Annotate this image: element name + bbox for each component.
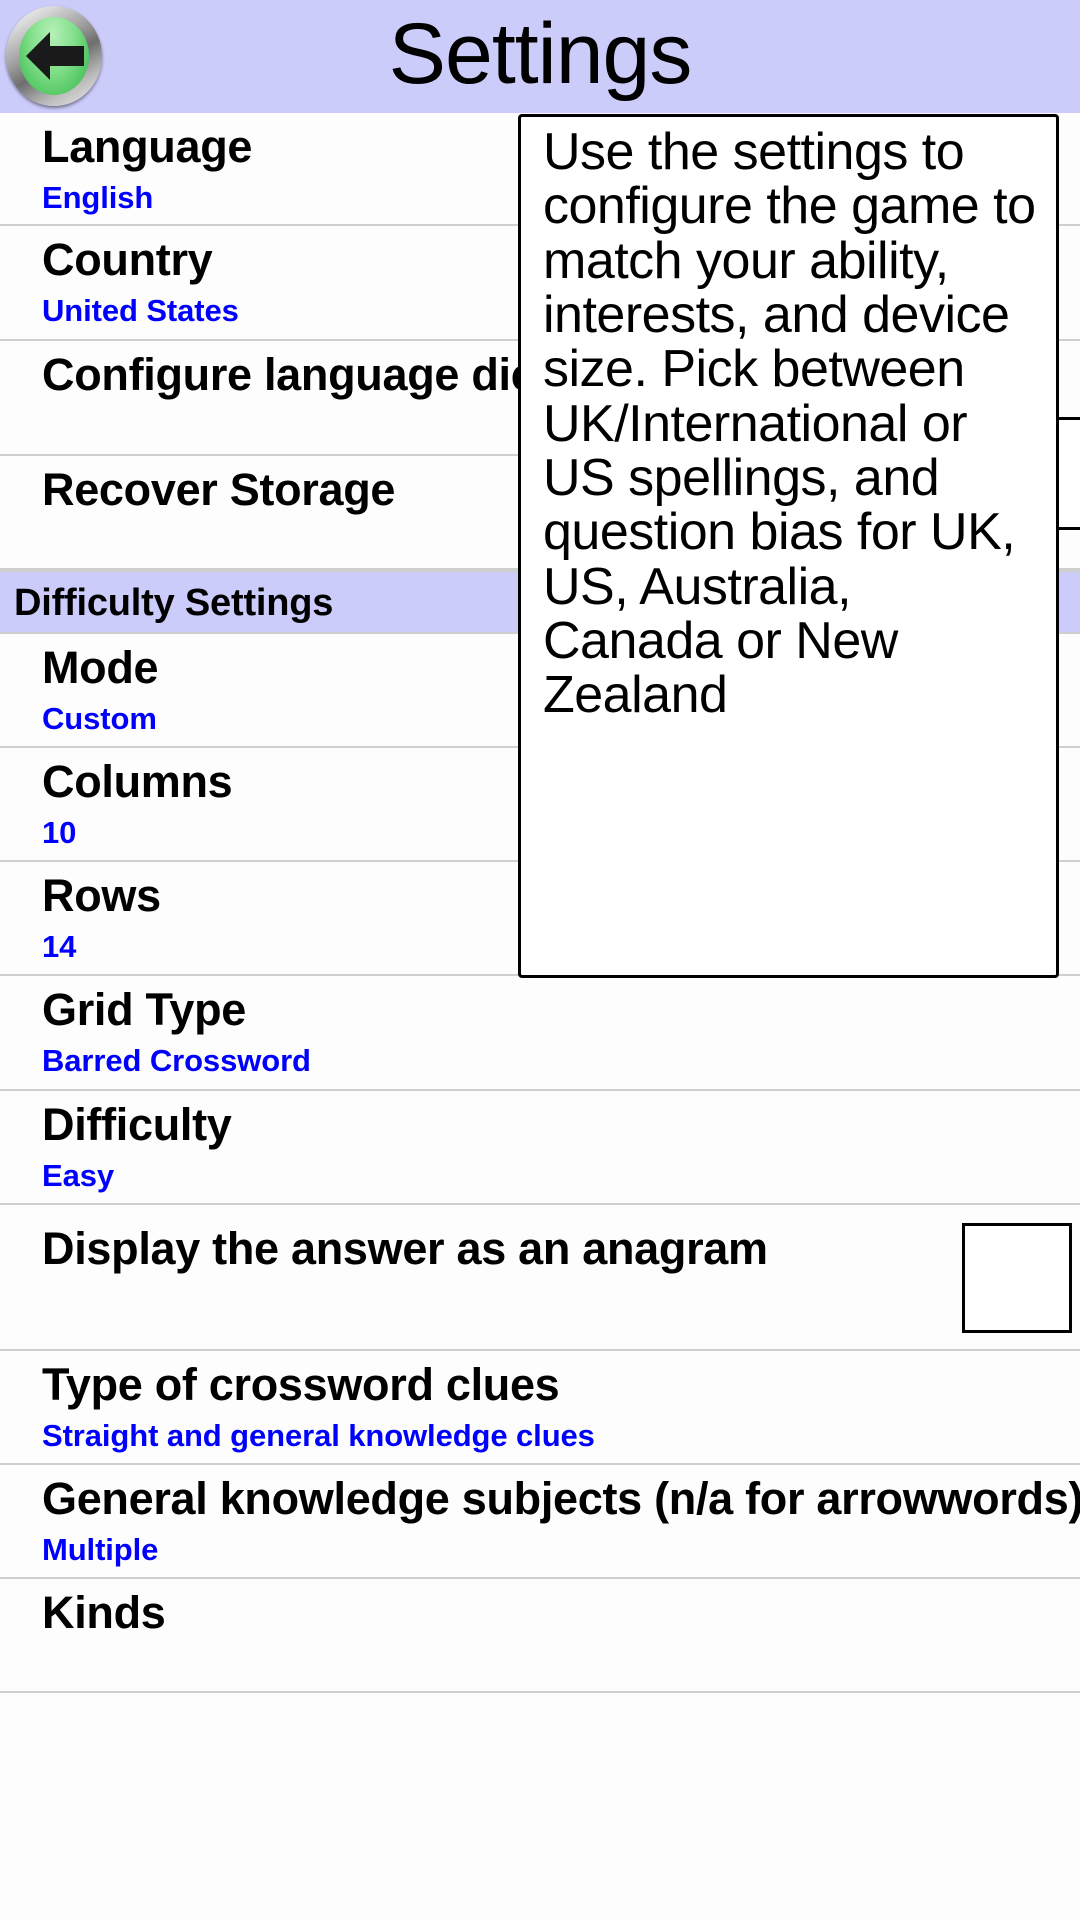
setting-row-grid-type[interactable]: Grid Type Barred Crossword	[0, 976, 1080, 1091]
setting-label: General knowledge subjects (n/a for arro…	[42, 1473, 1080, 1524]
anagram-checkbox[interactable]	[962, 1223, 1072, 1333]
setting-row-kinds[interactable]: Kinds	[0, 1579, 1080, 1693]
setting-value: Barred Crossword	[42, 1043, 311, 1079]
title-bar: Settings	[0, 0, 1080, 113]
setting-row-type-of-crossword-clues[interactable]: Type of crossword clues Straight and gen…	[0, 1351, 1080, 1465]
setting-label: Difficulty	[42, 1099, 232, 1150]
setting-value: Multiple	[42, 1532, 159, 1568]
setting-value: Easy	[42, 1158, 114, 1194]
page-title: Settings	[388, 6, 693, 102]
help-tooltip[interactable]: Use the settings to configure the game t…	[518, 114, 1059, 978]
setting-label: Display the answer as an anagram	[42, 1223, 768, 1274]
setting-label: Grid Type	[42, 984, 246, 1035]
configure-language-dictionary-checkbox[interactable]	[1056, 417, 1080, 530]
setting-row-difficulty[interactable]: Difficulty Easy	[0, 1091, 1080, 1205]
setting-value: Straight and general knowledge clues	[42, 1418, 595, 1454]
setting-row-general-knowledge-subjects[interactable]: General knowledge subjects (n/a for arro…	[0, 1465, 1080, 1579]
setting-label: Type of crossword clues	[42, 1359, 560, 1410]
setting-label: Kinds	[42, 1587, 166, 1638]
help-tooltip-text: Use the settings to configure the game t…	[543, 123, 1036, 725]
setting-row-display-answer-as-anagram[interactable]: Display the answer as an anagram	[0, 1205, 1080, 1351]
